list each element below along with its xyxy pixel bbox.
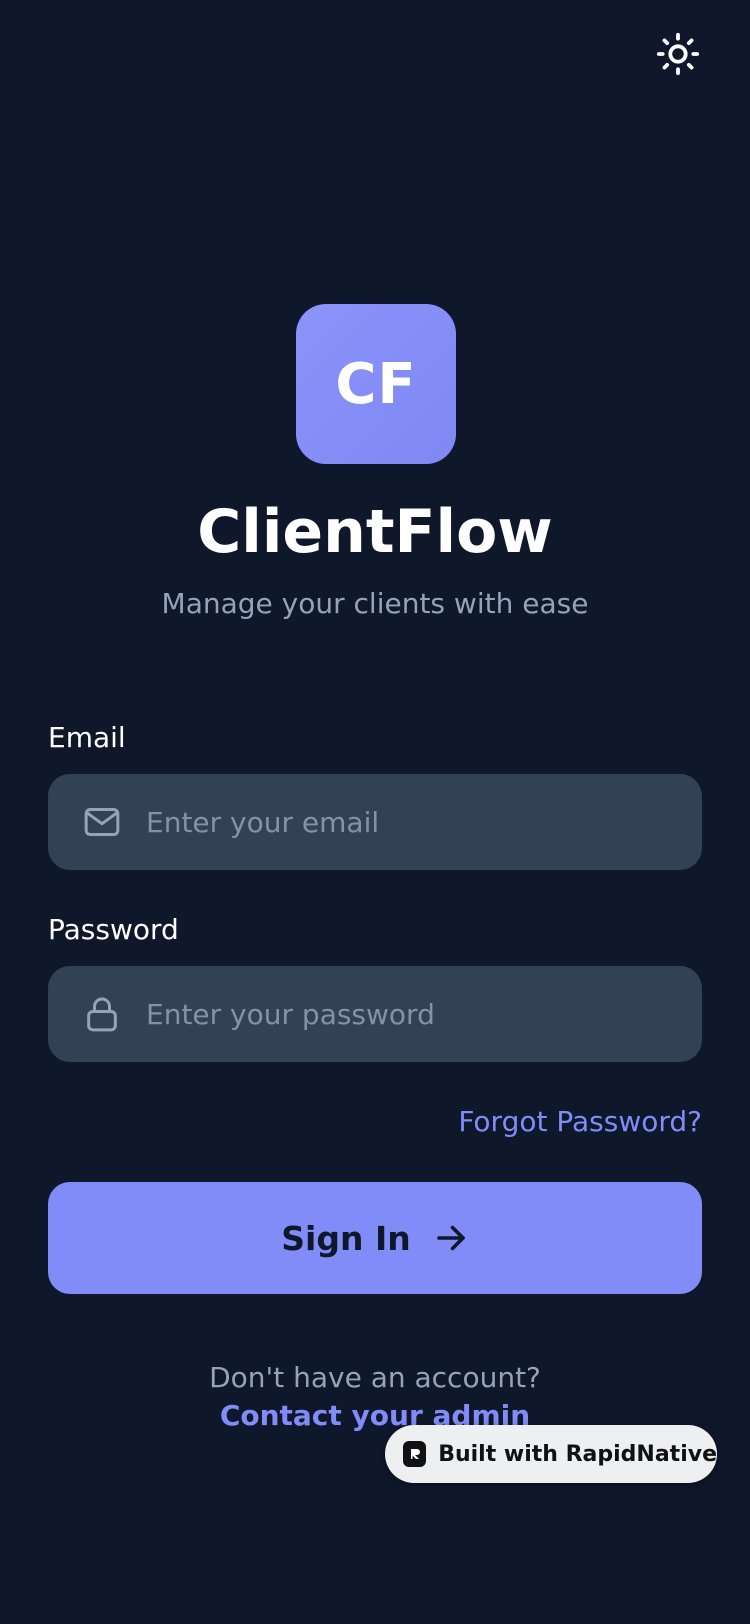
mail-icon xyxy=(82,802,122,842)
app-title: ClientFlow xyxy=(197,497,553,567)
email-label: Email xyxy=(48,721,126,754)
app-subtitle: Manage your clients with ease xyxy=(161,587,589,620)
built-with-badge[interactable]: Built with RapidNative xyxy=(385,1425,717,1483)
logo-initials: CF xyxy=(335,351,417,417)
arrow-right-icon xyxy=(433,1220,469,1256)
sign-in-label: Sign In xyxy=(281,1218,411,1258)
email-field[interactable] xyxy=(146,792,678,852)
app-logo: CF xyxy=(296,304,456,464)
sign-in-button[interactable]: Sign In xyxy=(48,1182,702,1294)
email-field-container[interactable] xyxy=(48,774,702,870)
password-field-container[interactable] xyxy=(48,966,702,1062)
badge-label: Built with RapidNative xyxy=(438,1441,717,1467)
rapidnative-logo-icon xyxy=(403,1441,427,1467)
no-account-text: Don't have an account? xyxy=(209,1361,541,1394)
password-field[interactable] xyxy=(146,984,678,1044)
lock-icon xyxy=(82,994,122,1034)
sun-icon xyxy=(655,31,701,81)
forgot-password-link[interactable]: Forgot Password? xyxy=(458,1102,702,1142)
theme-toggle-button[interactable] xyxy=(654,32,702,80)
password-label: Password xyxy=(48,913,179,946)
